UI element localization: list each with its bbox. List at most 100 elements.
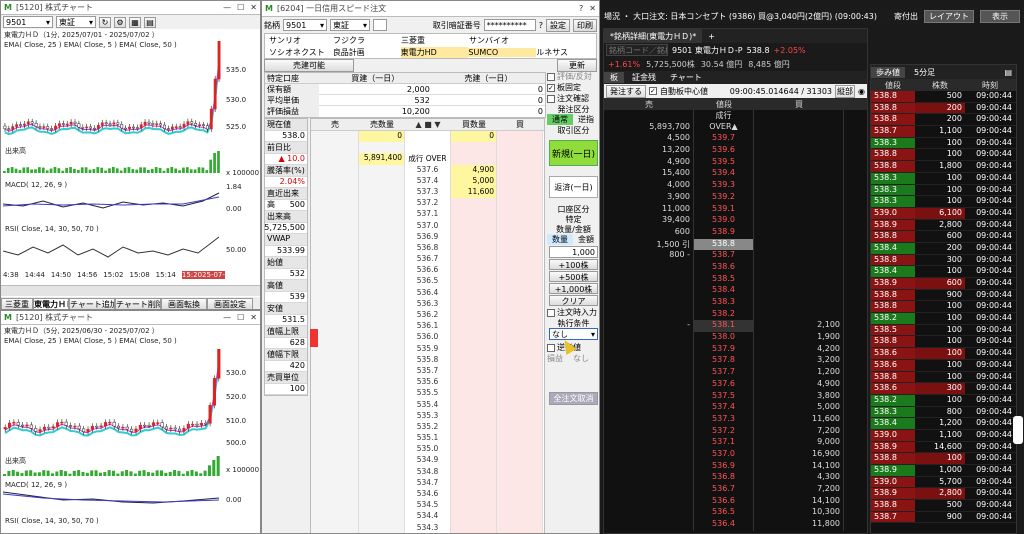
sell-qty-cell[interactable]: 5,891,400 [359,153,405,165]
book-row[interactable]: 1,500 引 538.8 [604,238,867,251]
book-price[interactable]: 537.8 [694,355,754,368]
buy-cell[interactable] [497,500,543,512]
book-row[interactable]: 537.5 3,800 [604,390,867,403]
book-sell-qty[interactable] [604,332,694,344]
book-sell-qty[interactable] [604,425,694,438]
buy-qty-cell[interactable] [451,365,497,378]
price-cell[interactable]: 536.1 [405,321,451,333]
ladder-row[interactable]: 537.0 [311,220,544,232]
book-buy-qty[interactable] [754,145,844,157]
book-price[interactable]: 538.7 [694,250,754,262]
sell-cell[interactable] [311,220,359,232]
ladder-row[interactable]: 534.4 [311,511,544,523]
ladder-row[interactable]: 535.1 [311,433,544,445]
book-price[interactable]: 538.5 [694,273,754,286]
buy-cell[interactable] [497,332,543,344]
book-price[interactable]: 536.4 [694,519,754,531]
ladder-row[interactable]: 536.3 [311,298,544,310]
book-price[interactable]: 539.3 [694,180,754,192]
sell-qty-cell[interactable] [359,321,405,333]
ladder-row[interactable]: 535.9 [311,343,544,355]
book-buy-qty[interactable] [754,121,844,134]
book-price[interactable]: 538.4 [694,285,754,297]
book-sell-qty[interactable]: 4,900 [604,156,694,169]
book-sell-qty[interactable]: - [604,320,694,333]
book-buy-qty[interactable] [754,168,844,181]
book-buy-qty[interactable]: 9,000 [754,437,844,449]
clear-button[interactable]: クリア [549,295,598,306]
sell-qty-cell[interactable] [359,186,405,199]
camera-icon[interactable]: ◉ [858,87,865,96]
buy-qty-cell[interactable] [451,511,497,523]
price-cell[interactable]: 537.4 [405,175,451,187]
tab-tepco[interactable]: 東電力ＨＤ [33,297,69,309]
book-row[interactable]: 537.4 5,000 [604,402,867,414]
book-sell-qty[interactable]: 13,200 [604,145,694,157]
speed-titlebar[interactable]: M [6204] 一日信用スピード注文? ✕ [262,1,599,17]
quick-stock[interactable]: 良品計画 [333,47,401,58]
amount-toggle[interactable]: 金額 [573,234,599,245]
book-sell-qty[interactable] [604,448,694,461]
checkbox[interactable] [547,308,555,317]
book-price[interactable]: 536.6 [694,495,754,508]
buy-cell[interactable] [497,365,543,378]
tab-time-sales[interactable]: 歩み値 [871,66,905,78]
quick-stock[interactable]: 三菱重 [401,35,469,46]
ladder-row[interactable]: 00 [311,131,544,143]
sell-qty-cell[interactable] [359,388,405,400]
book-price[interactable]: 539.1 [694,203,754,216]
buy-cell[interactable] [497,433,543,445]
buy-cell[interactable] [497,455,543,467]
order-book[interactable]: 成行 5,893,700 OVER▲ 4,500 539.7 13,200 539.6 4,9… [604,110,867,531]
ladder-row[interactable]: 535.4 [311,399,544,411]
quick-stock-active[interactable]: 東電力HD [400,46,469,58]
book-buy-qty[interactable]: 4,200 [754,343,844,356]
price-cell[interactable]: 536.7 [405,254,451,266]
book-buy-qty[interactable]: 16,900 [754,448,844,461]
book-buy-qty[interactable] [754,156,844,169]
book-buy-qty[interactable]: 14,100 [754,460,844,473]
book-buy-qty[interactable]: 11,800 [754,519,844,531]
book-price[interactable]: 537.1 [694,437,754,449]
book-buy-qty[interactable]: 7,200 [754,425,844,438]
book-buy-qty[interactable]: 3,200 [754,355,844,368]
book-row[interactable]: 537.0 16,900 [604,448,867,461]
price-cell[interactable]: 534.3 [405,522,451,533]
close-icon[interactable]: ✕ [589,4,596,13]
book-buy-qty[interactable] [754,226,844,239]
book-price[interactable]: 538.2 [694,308,754,321]
checkbox[interactable] [547,72,555,81]
book-sell-qty[interactable] [604,378,694,391]
book-row[interactable]: 39,400 539.0 [604,215,867,227]
sell-cell[interactable] [311,131,359,143]
chart1-titlebar[interactable]: M [5120] 株式チャート — ☐ ✕ [1,1,260,15]
price-cell[interactable]: 536.8 [405,242,451,255]
sell-cell[interactable] [311,321,359,333]
book-buy-qty[interactable] [754,297,844,309]
price-cell[interactable]: 537.6 [405,164,451,176]
book-price[interactable]: 538.0 [694,332,754,344]
book-row[interactable]: 538.0 1,900 [604,332,867,344]
ladder-row[interactable]: 534.3 [311,522,544,533]
sell-cell[interactable] [311,489,359,501]
book-buy-qty[interactable] [754,110,844,122]
buy-qty-cell[interactable] [451,421,497,434]
book-sell-qty[interactable]: 600 [604,226,694,239]
book-row[interactable]: 538.4 [604,285,867,297]
ladder-row[interactable]: 536.9 [311,231,544,243]
switch-screen-button[interactable]: 画面転換 [161,297,207,309]
sell-qty-cell[interactable] [359,522,405,533]
book-sell-qty[interactable] [604,437,694,449]
book-price[interactable]: 537.0 [694,448,754,461]
sell-cell[interactable] [311,399,359,411]
book-price[interactable]: 537.3 [694,413,754,426]
book-buy-qty[interactable]: 11,600 [754,413,844,426]
price-cell[interactable]: 535.8 [405,354,451,366]
book-price[interactable]: 537.6 [694,378,754,391]
ladder-row[interactable]: 535.3 [311,410,544,422]
sell-qty-cell[interactable] [359,142,405,154]
ladder-row[interactable]: 536.5 [311,276,544,288]
book-row[interactable]: 536.7 7,200 [604,484,867,496]
board-tab[interactable]: *銘柄詳細(東電力ＨＤ)* [604,29,703,43]
sell-cell[interactable] [311,433,359,445]
